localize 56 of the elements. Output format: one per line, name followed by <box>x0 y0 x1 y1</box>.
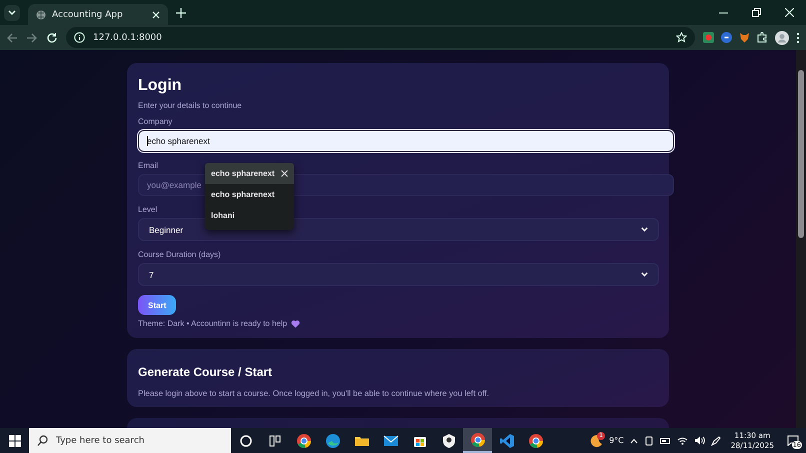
chrome-icon <box>528 432 544 448</box>
chrome-icon <box>470 432 486 448</box>
chevron-up-icon[interactable] <box>630 438 638 444</box>
forward-icon[interactable] <box>26 32 38 44</box>
start-button[interactable]: Start <box>138 295 176 315</box>
avatar-icon[interactable] <box>775 30 789 44</box>
search-icon <box>37 435 48 446</box>
wifi-icon[interactable] <box>676 436 688 445</box>
edge-icon <box>324 432 340 448</box>
mail-icon <box>382 432 398 448</box>
dropdown-select[interactable]: Beginner <box>138 218 659 241</box>
search-field[interactable]: Type here to search <box>29 428 231 453</box>
tab-search-button[interactable] <box>4 4 20 20</box>
cortana-icon <box>238 432 254 448</box>
field-label: Email <box>138 161 158 170</box>
card-title: Login <box>138 77 183 95</box>
dropdown-select[interactable]: 7 <box>138 263 659 286</box>
close-icon[interactable] <box>281 170 288 177</box>
back-icon[interactable] <box>6 32 18 44</box>
star-icon[interactable] <box>676 32 687 43</box>
info-icon <box>74 32 85 43</box>
card-text: Please login above to start a course. Once logged in, you'll be able to continue where you left off. <box>138 389 490 398</box>
caret-icon <box>8 10 16 16</box>
menu-icon[interactable] <box>796 32 800 44</box>
field-label: Level <box>138 205 158 214</box>
taskbar-app[interactable] <box>463 428 492 453</box>
windows-icon <box>8 434 20 446</box>
browser-tab[interactable]: Accounting App <box>28 4 168 25</box>
shield-app-icon <box>440 432 456 448</box>
battery-icon[interactable] <box>660 436 671 444</box>
reload-icon[interactable] <box>46 32 58 44</box>
scrollbar[interactable] <box>796 50 806 428</box>
chrome-icon <box>296 432 312 448</box>
address-bar[interactable]: 127.0.0.1:8000 <box>66 27 695 48</box>
extension-icon[interactable] <box>721 32 732 43</box>
suggestion-item[interactable]: echo spharenext <box>205 163 294 184</box>
field-label: Company <box>138 117 172 126</box>
pen-icon[interactable] <box>710 436 721 446</box>
fox-extension-icon[interactable] <box>739 32 750 43</box>
field-label: Course Duration (days) <box>138 250 221 259</box>
card-title: Generate Course / Start <box>138 365 274 379</box>
chevron-icon <box>641 227 648 232</box>
chat-icon <box>787 435 799 446</box>
globe-icon <box>36 10 46 20</box>
input-field[interactable]: echo spharenext <box>138 130 674 152</box>
puzzle-icon[interactable] <box>757 32 768 43</box>
plus-icon[interactable] <box>176 8 186 18</box>
status-text: Theme: Dark • Accountinn is ready to help <box>138 319 288 328</box>
task-view-icon <box>266 432 282 448</box>
restore-icon[interactable] <box>752 8 761 17</box>
chevron-icon <box>641 272 648 277</box>
speaker-icon[interactable] <box>694 436 705 445</box>
heart-icon <box>291 320 300 328</box>
subtitle: Enter your details to continue <box>138 101 243 110</box>
moon-icon <box>589 434 604 448</box>
code-editor-icon <box>498 432 514 448</box>
